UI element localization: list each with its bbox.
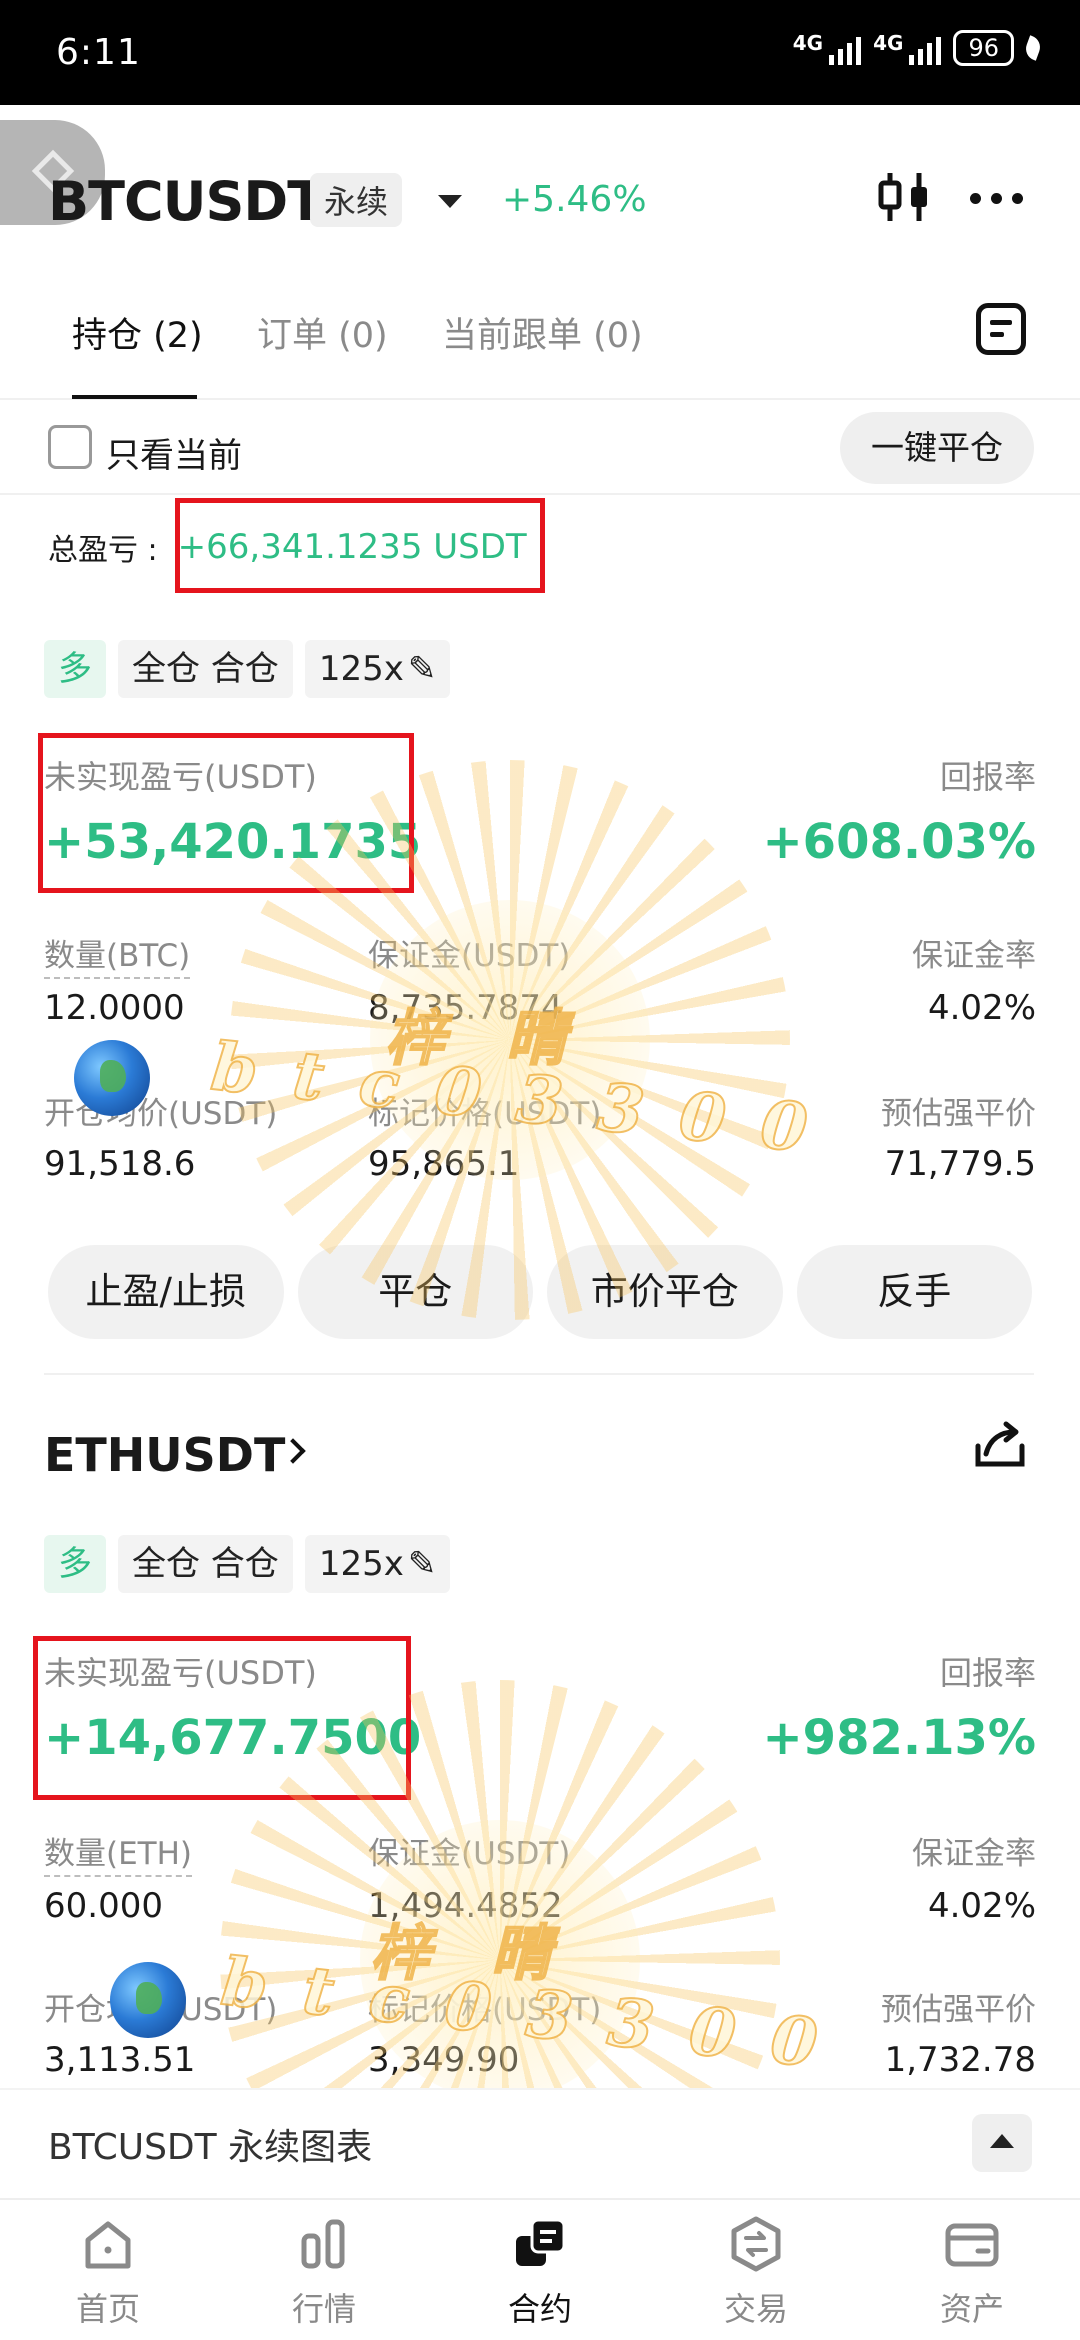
- side-badge: 多: [44, 1535, 106, 1593]
- leaf-icon: [1022, 35, 1044, 61]
- roe-value: +982.13%: [762, 1710, 1036, 1766]
- roe-label: 回报率: [939, 758, 1036, 796]
- tab-orders[interactable]: 订单 (0): [257, 307, 388, 358]
- only-current-label: 只看当前: [106, 436, 242, 476]
- signal-icon: 4G: [873, 31, 942, 65]
- qty-value: 12.0000: [44, 988, 185, 1028]
- qty-label: 数量(ETH): [44, 1828, 193, 1877]
- reverse-button[interactable]: 反手: [796, 1245, 1032, 1339]
- more-icon[interactable]: [970, 193, 1023, 204]
- nav-futures[interactable]: 合约: [432, 2200, 648, 2340]
- positions-tabs: 持仓 (2) 订单 (0) 当前跟单 (0): [0, 285, 1080, 400]
- divider: [44, 1373, 1034, 1375]
- qty-value: 60.000: [44, 1886, 163, 1926]
- signal-icon: 4G: [793, 31, 862, 65]
- roe-label: 回报率: [939, 1654, 1036, 1692]
- mark-price-value: 95,865.1: [368, 1144, 520, 1184]
- mark-price-label: 标记价格(USDT): [368, 1096, 602, 1132]
- tp-sl-button[interactable]: 止盈/止损: [48, 1245, 284, 1339]
- expand-up-icon[interactable]: [972, 2114, 1032, 2172]
- entry-price-value: 91,518.6: [44, 1144, 196, 1184]
- only-current-checkbox[interactable]: [48, 425, 92, 469]
- mark-price-value: 3,349.90: [368, 2040, 520, 2080]
- tab-copy-orders[interactable]: 当前跟单 (0): [442, 307, 643, 358]
- status-bar: 6:11 4G 4G 96: [0, 0, 1080, 105]
- active-tab-indicator: [72, 395, 197, 399]
- futures-icon: [516, 2218, 566, 2266]
- liq-price-value: 71,779.5: [884, 1144, 1036, 1184]
- nav-market[interactable]: 行情: [216, 2200, 432, 2340]
- contract-header: BTCUSDT 永续 +5.46%: [0, 105, 1080, 285]
- highlight-box: [33, 1636, 411, 1800]
- margin-value: 8,735.7874: [368, 988, 563, 1028]
- mark-price-label: 标记价格(USDT): [368, 1992, 602, 2028]
- position-actions: 止盈/止损 平仓 市价平仓 反手: [48, 1245, 1032, 1339]
- nav-assets[interactable]: 资产: [864, 2200, 1080, 2340]
- nav-home[interactable]: 首页: [0, 2200, 216, 2340]
- close-all-button[interactable]: 一键平仓: [840, 412, 1034, 484]
- liq-price-label: 预估强平价: [881, 1992, 1036, 2028]
- market-icon: [301, 2219, 345, 2269]
- price-change: +5.46%: [502, 179, 647, 220]
- chart-drawer-label: BTCUSDT 永续图表: [48, 2127, 373, 2168]
- margin-value: 1,494.4852: [368, 1886, 563, 1926]
- leverage-badge[interactable]: 125x ✎: [304, 1535, 451, 1593]
- margin-rate-label: 保证金率: [912, 1836, 1036, 1872]
- trade-icon: [731, 2216, 781, 2272]
- margin-mode-badge[interactable]: 全仓 合仓: [118, 640, 293, 698]
- edit-icon: ✎: [407, 1544, 437, 1584]
- globe-sticker: [110, 1962, 186, 2038]
- highlight-box: [38, 733, 414, 893]
- edit-icon: ✎: [407, 649, 437, 689]
- chart-drawer[interactable]: BTCUSDT 永续图表: [0, 2088, 1080, 2198]
- tab-positions[interactable]: 持仓 (2): [72, 307, 203, 358]
- margin-rate-label: 保证金率: [912, 938, 1036, 974]
- home-icon: [85, 2221, 131, 2269]
- liq-price-label: 预估强平价: [881, 1096, 1036, 1132]
- highlight-box: [175, 498, 545, 593]
- share-icon[interactable]: [972, 1420, 1028, 1472]
- caret-down-icon[interactable]: [438, 195, 462, 208]
- roe-value: +608.03%: [762, 814, 1036, 870]
- nav-trade[interactable]: 交易: [648, 2200, 864, 2340]
- margin-label: 保证金(USDT): [368, 1836, 571, 1872]
- liq-price-value: 1,732.78: [884, 2040, 1036, 2080]
- entry-price-value: 3,113.51: [44, 2040, 196, 2080]
- margin-label: 保证金(USDT): [368, 938, 571, 974]
- candlestick-icon[interactable]: [875, 169, 935, 225]
- symbol-title[interactable]: BTCUSDT: [48, 170, 324, 233]
- contract-type-badge: 永续: [310, 173, 403, 227]
- market-close-button[interactable]: 市价平仓: [547, 1245, 783, 1339]
- qty-label: 数量(BTC): [44, 930, 191, 979]
- bottom-nav: 首页 行情 合约 交易 资产: [0, 2198, 1080, 2340]
- filter-row: 只看当前 一键平仓: [0, 400, 1080, 495]
- globe-sticker: [74, 1040, 150, 1116]
- leverage-badge[interactable]: 125x ✎: [304, 640, 451, 698]
- close-position-button[interactable]: 平仓: [297, 1245, 533, 1339]
- margin-rate-value: 4.02%: [927, 988, 1036, 1028]
- margin-rate-value: 4.02%: [927, 1886, 1036, 1926]
- total-pnl-label: 总盈亏 :: [48, 533, 158, 568]
- status-time: 6:11: [56, 32, 141, 73]
- eth-symbol-title[interactable]: ETHUSDT: [44, 1428, 285, 1482]
- battery-icon: 96: [953, 30, 1014, 66]
- margin-mode-badge[interactable]: 全仓 合仓: [118, 1535, 293, 1593]
- side-badge: 多: [44, 640, 106, 698]
- wallet-icon: [945, 2223, 999, 2267]
- document-icon[interactable]: [976, 303, 1026, 355]
